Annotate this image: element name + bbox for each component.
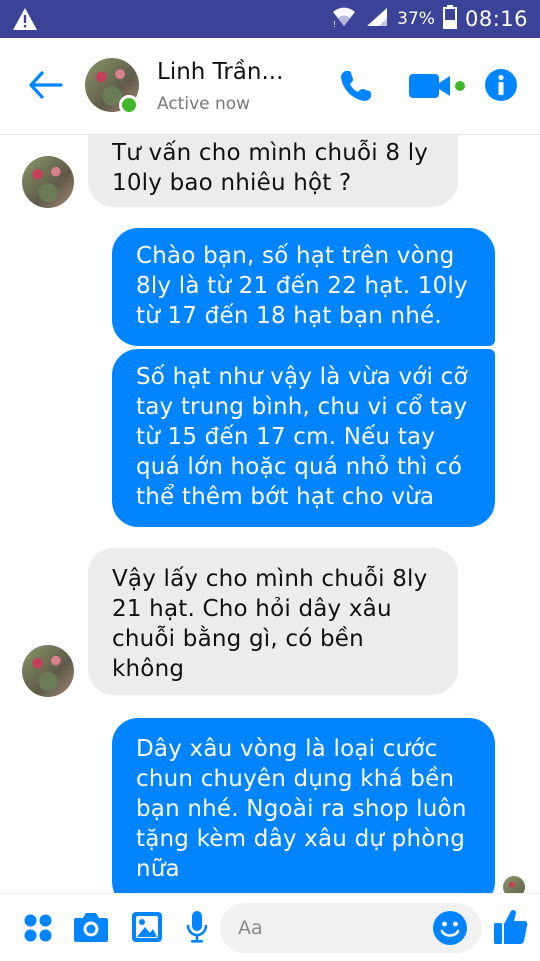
message-bubble-outgoing[interactable]: Chào bạn, số hạt trên vòng 8ly là từ 21 …	[112, 228, 495, 346]
gallery-icon[interactable]	[131, 911, 163, 947]
warning-icon	[12, 7, 38, 35]
battery-percent: 37%	[397, 9, 435, 29]
more-apps-icon[interactable]	[23, 913, 53, 947]
microphone-icon[interactable]	[185, 910, 209, 948]
message-list[interactable]: Tư vấn cho mình chuỗi 8 ly 10ly bao nhiê…	[0, 135, 540, 893]
seen-indicator-avatar	[503, 876, 525, 893]
wifi-icon: !	[331, 6, 357, 32]
thumbs-up-icon[interactable]	[493, 908, 529, 950]
camera-icon[interactable]	[73, 911, 109, 947]
phone-icon[interactable]	[338, 68, 374, 108]
clock: 08:16	[464, 7, 528, 31]
message-bubble-incoming[interactable]: Tư vấn cho mình chuỗi 8 ly 10ly bao nhiê…	[88, 135, 458, 207]
active-status: Active now	[157, 94, 251, 114]
signal-icon	[365, 6, 389, 32]
sender-avatar[interactable]	[22, 645, 74, 697]
message-bubble-incoming[interactable]: Vậy lấy cho mình chuỗi 8ly 21 hạt. Cho h…	[88, 548, 458, 695]
battery-icon	[442, 5, 457, 33]
back-arrow-icon[interactable]	[28, 70, 64, 104]
info-icon[interactable]	[484, 68, 518, 106]
message-bubble-outgoing[interactable]: Số hạt như vậy là vừa với cỡ tay trung b…	[112, 349, 495, 527]
contact-name[interactable]: Linh Trần...	[157, 59, 283, 85]
online-indicator	[119, 95, 139, 115]
message-bubble-outgoing[interactable]: Dây xâu vòng là loại cước chun chuyên dụ…	[112, 718, 495, 893]
status-bar: ! 37% 08:16	[0, 0, 540, 38]
svg-text:!: !	[333, 20, 336, 28]
video-camera-icon[interactable]	[408, 72, 468, 104]
conversation-header: Linh Trần... Active now	[0, 38, 540, 135]
sender-avatar[interactable]	[22, 156, 74, 208]
message-composer	[0, 893, 540, 961]
emoji-icon[interactable]	[432, 910, 468, 950]
